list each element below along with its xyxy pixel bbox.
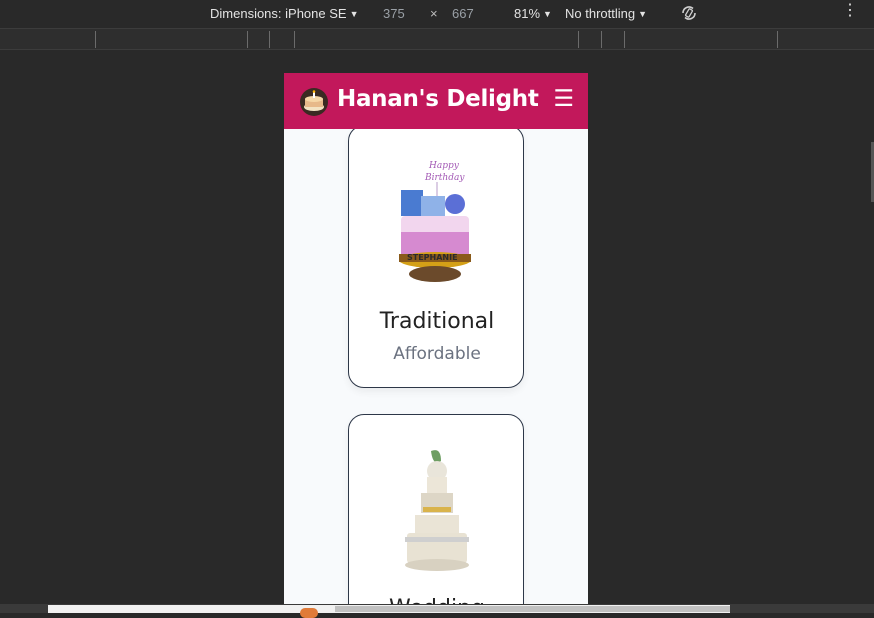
hamburger-menu-icon[interactable]: ☰ (553, 87, 574, 111)
dimension-separator: × (430, 6, 438, 21)
ruler-tick (624, 31, 625, 48)
card-title: Traditional (379, 309, 495, 334)
device-toolbar: Dimensions: iPhone SE ▼ 375 × 667 81% ▼ No… (0, 0, 874, 28)
device-viewport: Hanan's Delight ☰ Happy Birthday STEPHAN… (284, 73, 588, 613)
svg-text:Happy: Happy (428, 161, 460, 171)
horizontal-scrollbar[interactable] (0, 604, 874, 618)
birthday-cake-image: Happy Birthday STEPHANIE (399, 161, 471, 282)
ruler-tick (601, 31, 602, 48)
throttling-select[interactable]: No throttling ▼ (565, 6, 647, 21)
device-select[interactable]: Dimensions: iPhone SE ▼ (210, 6, 359, 21)
scrollbar-thumb[interactable] (335, 606, 730, 612)
ruler-tick (247, 31, 248, 48)
wedding-cake-image (405, 450, 469, 571)
ruler-tick (95, 31, 96, 48)
cake-logo-icon[interactable] (299, 87, 329, 117)
brand-name[interactable]: Hanan's Delight (337, 86, 539, 112)
cake-card-traditional[interactable]: Happy Birthday STEPHANIE Traditional Aff… (348, 125, 524, 388)
svg-text:Birthday: Birthday (424, 173, 465, 183)
ruler-tick (578, 31, 579, 48)
media-query-ruler (0, 28, 874, 50)
width-input[interactable]: 375 (383, 6, 405, 21)
svg-text:STEPHANIE: STEPHANIE (407, 253, 458, 262)
height-input[interactable]: 667 (452, 6, 474, 21)
more-options-icon[interactable]: ⋮ (842, 3, 858, 19)
site-navbar: Hanan's Delight ☰ (284, 73, 588, 129)
ruler-tick (294, 31, 295, 48)
rotate-icon[interactable] (679, 3, 699, 23)
ruler-tick (777, 31, 778, 48)
cake-card-wedding[interactable]: Wedding (348, 414, 524, 613)
zoom-select[interactable]: 81% ▼ (514, 6, 552, 21)
scroll-indicator-icon (300, 608, 318, 618)
ruler-tick (269, 31, 270, 48)
card-subtitle: Affordable (393, 344, 481, 364)
